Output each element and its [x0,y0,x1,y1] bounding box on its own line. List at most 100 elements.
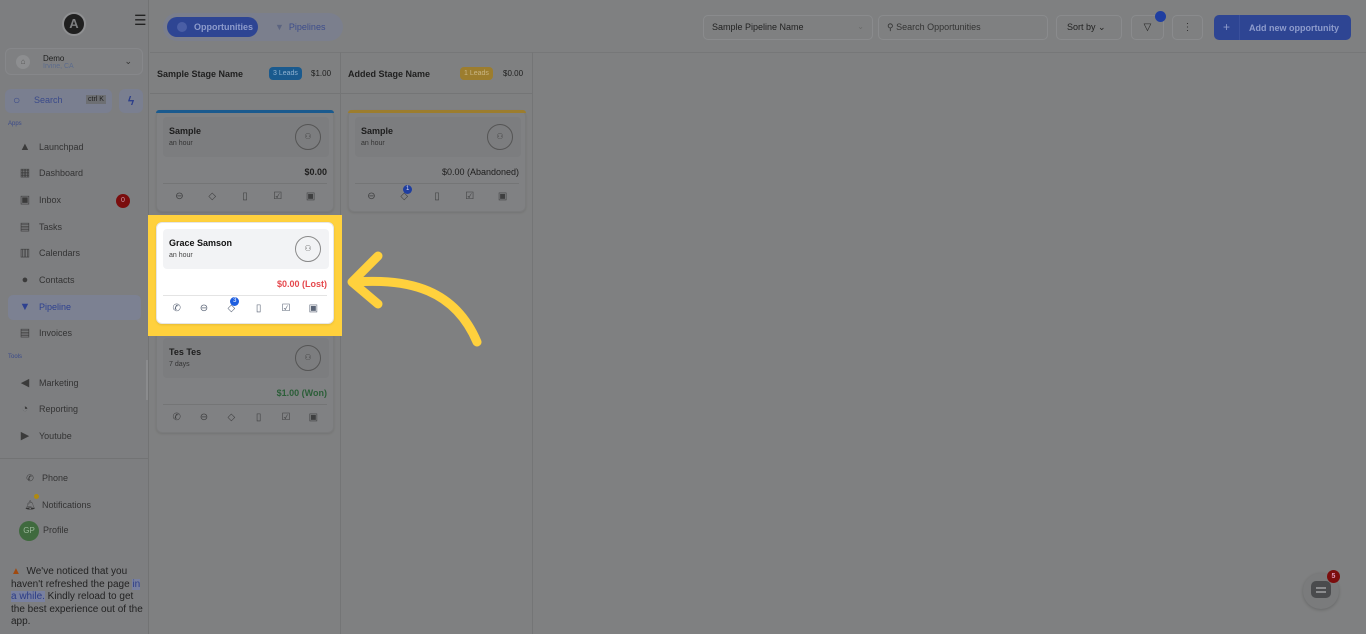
youtube-icon: ▶ [20,430,30,442]
card-contact: Grace Samson an hour ⚇ [163,229,329,269]
sidebar-item-youtube[interactable]: ▶ Youtube [8,424,141,449]
sidebar-item-launchpad[interactable]: ▲ Launchpad [8,135,141,160]
sidebar-search[interactable]: ○ Search ctrl K [5,89,112,113]
section-tools: Tools [8,354,23,360]
filter-icon: ▽ [1143,22,1152,33]
quick-actions-bolt-icon[interactable]: ϟ [119,89,143,113]
assign-user-icon[interactable]: ⚇ [487,124,513,150]
stage-title: Added Stage Name [348,69,431,79]
nav-label: Tasks [39,222,63,232]
sidebar-phone[interactable]: ✆ Phone [22,473,68,484]
sidebar-item-reporting[interactable]: ◔ Reporting [8,397,141,422]
sidebar-item-invoices[interactable]: ▤ Invoices [8,321,141,346]
search-icon: ⚲ [887,22,897,32]
phone-call-icon[interactable]: ✆ [169,410,185,426]
nav-label: Contacts [39,275,75,285]
profile-avatar[interactable]: GP [19,521,39,541]
app-logo[interactable]: A [62,12,86,36]
note-icon[interactable]: ▯ [251,410,267,426]
sidebar-divider [0,458,149,459]
sidebar-item-pipeline[interactable]: ▼ Pipeline [8,295,141,320]
sort-by-button[interactable]: Sort by ⌄ [1056,15,1122,40]
opportunity-card[interactable]: Tes Tes 7 days ⚇ $1.00 (Won) ✆ ⊖ ◇ ▯ ☑ ▣ [156,331,334,433]
stage-title: Sample Stage Name [157,69,244,79]
pipeline-select-value: Sample Pipeline Name [712,22,804,32]
message-icon[interactable]: ⊖ [196,301,212,317]
dollar-coin-icon [177,22,187,32]
contact-name: Grace Samson [169,238,233,248]
sidebar-item-calendars[interactable]: ▥ Calendars [8,241,141,266]
add-label: Add new opportunity [1249,23,1339,33]
phone-icon: ✆ [26,473,34,483]
nav-label: Pipeline [39,302,72,312]
assign-user-icon[interactable]: ⚇ [295,124,321,150]
tag-icon[interactable]: ◇ 3 [223,297,240,317]
appointment-icon[interactable]: ▣ [305,410,321,426]
tab-opportunities[interactable]: Opportunities [167,17,258,37]
sidebar-item-contacts[interactable]: ● Contacts [8,268,141,293]
task-icon[interactable]: ☑ [270,189,286,205]
sidebar-item-marketing[interactable]: ◀ Marketing [8,371,141,396]
notice-text: We've noticed that you haven't refreshed… [11,566,133,590]
card-contact: Sample an hour ⚇ [355,117,521,157]
funnel-icon: ▼ [275,22,284,32]
tab-label: Pipelines [288,22,326,32]
sidebar-item-inbox[interactable]: ▣ Inbox 0 [8,188,141,213]
message-icon[interactable]: ⊖ [363,189,379,205]
opportunity-search-input[interactable]: ⚲ Search Opportunities [878,15,1048,40]
phone-call-icon[interactable]: ✆ [169,301,185,317]
location-name: Demo [43,54,65,63]
pie-chart-icon: ◔ [21,403,29,415]
message-icon[interactable]: ⊖ [196,410,212,426]
card-separator [355,183,519,184]
tag-icon[interactable]: ◇ [204,189,220,205]
sidebar-profile[interactable]: Profile [43,525,69,535]
appointment-icon[interactable]: ▣ [303,189,319,205]
pipeline-select[interactable]: Sample Pipeline Name ⌄ [703,15,873,40]
tag-icon[interactable]: ◇ [223,410,239,426]
sidebar-item-dashboard[interactable]: ▦ Dashboard [8,161,141,186]
tab-label: Opportunities [194,22,253,32]
assign-user-icon[interactable]: ⚇ [295,236,321,262]
appointment-icon[interactable]: ▣ [305,301,321,317]
collapse-menu-icon[interactable]: ☰ [134,12,147,29]
assign-user-icon[interactable]: ⚇ [295,345,321,371]
task-icon[interactable]: ☑ [462,189,478,205]
clipboard-icon: ▤ [19,221,31,233]
kebab-icon: ⋮ [1182,22,1193,33]
task-icon[interactable]: ☑ [278,301,294,317]
location-switcher[interactable]: ⌂ Demo Irvine, CA ⌄ [5,48,143,75]
chat-widget[interactable]: 5 [1303,570,1340,609]
note-icon[interactable]: ▯ [251,301,267,317]
card-amount: $0.00 (Abandoned) [441,167,519,177]
chevron-down-icon: ⌄ [124,56,132,66]
opportunity-card[interactable]: Sample an hour ⚇ $0.00 ⊖ ◇ ▯ ☑ ▣ [156,110,334,212]
note-icon[interactable]: ▯ [429,189,445,205]
refresh-notice: ▲ We've noticed that you haven't refresh… [11,566,145,629]
tab-pipelines[interactable]: ▼ Pipelines [275,17,325,37]
phone-label: Phone [42,473,69,483]
sidebar-scrollbar[interactable] [146,360,148,400]
opportunity-card-highlighted[interactable]: Grace Samson an hour ⚇ $0.00 (Lost) ✆ ⊖ … [156,222,334,324]
search-placeholder: Search Opportunities [896,22,981,32]
card-time: an hour [169,140,193,147]
note-icon[interactable]: ▯ [237,189,253,205]
leads-badge: 1 Leads [460,67,493,80]
card-accent [156,110,334,113]
sidebar-notifications[interactable]: 🔔︎ Notifications [22,500,91,511]
add-opportunity-button[interactable]: + Add new opportunity [1214,15,1351,40]
stage-header: Sample Stage Name 3 Leads $1.00 [150,52,340,94]
appointment-icon[interactable]: ▣ [495,189,511,205]
message-icon[interactable]: ⊖ [171,189,187,205]
sidebar-item-tasks[interactable]: ▤ Tasks [8,215,141,240]
tag-icon[interactable]: ◇ 1 [396,185,413,205]
person-icon: ● [21,274,29,286]
annotation-arrow-icon [347,251,482,347]
card-separator [163,183,327,184]
card-amount: $1.00 (Won) [276,388,327,398]
task-icon[interactable]: ☑ [278,410,294,426]
search-shortcut: ctrl K [86,95,106,104]
more-options-button[interactable]: ⋮ [1172,15,1203,40]
nav-label: Calendars [39,248,81,258]
opportunity-card[interactable]: Sample an hour ⚇ $0.00 (Abandoned) ⊖ ◇ 1 … [348,110,526,212]
